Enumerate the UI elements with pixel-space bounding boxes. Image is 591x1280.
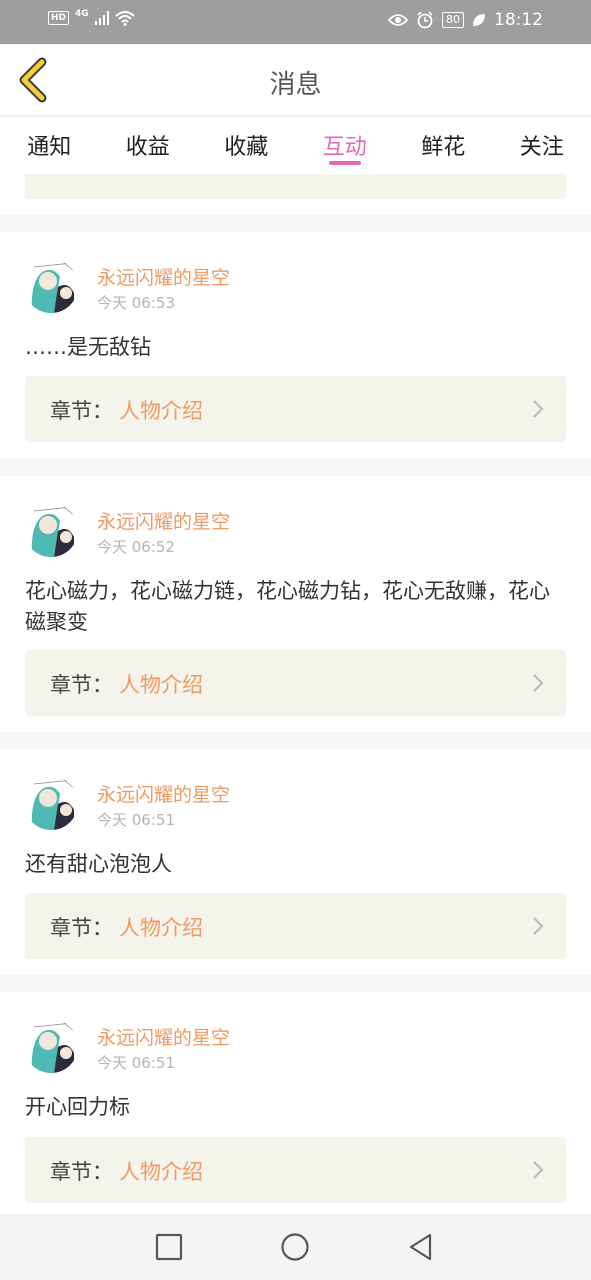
partial-card [0,174,591,215]
chapter-link[interactable]: 章节： 人物介绍 [25,376,566,442]
timestamp: 今天 06:51 [97,811,175,829]
page-title: 消息 [269,70,322,100]
avatar[interactable] [24,503,78,557]
recents-square-icon[interactable] [153,1231,185,1263]
chapter-label: 章节： [50,399,113,423]
header: 消息 [0,44,591,116]
comment-text: 还有甜心泡泡人 [25,852,172,876]
chapter-link[interactable]: 章节： 人物介绍 [25,650,566,716]
message-card: 永远闪耀的星空 今天 06:51 开心回力标 章节： 人物介绍 [0,992,591,1214]
avatar-image [24,259,78,313]
comment-text: 花心磁力，花心磁力链，花心磁力钻，花心无敌赚，花心磁聚变 [25,579,550,634]
chapter-name: 人物介绍 [119,673,203,697]
avatar[interactable] [24,259,78,313]
comment-text: ……是无敌钻 [25,335,151,359]
chapter-name: 人物介绍 [119,399,203,423]
tab-favorites[interactable]: 收藏 [197,117,296,174]
partial-chapter-box[interactable] [25,174,566,199]
battery-indicator: 80 [442,12,464,28]
wifi-icon [115,11,135,26]
avatar[interactable] [24,1019,78,1073]
signal-icon [94,11,109,25]
back-triangle-icon[interactable] [405,1231,437,1263]
tab-notifications[interactable]: 通知 [0,117,99,174]
message-list: 永远闪耀的星空 今天 06:53 ……是无敌钻 章节： 人物介绍 永远闪耀的星空… [0,174,591,1214]
comment-text: 开心回力标 [25,1095,130,1119]
chapter-label: 章节： [50,916,113,940]
chapter-link[interactable]: 章节： 人物介绍 [25,1137,566,1203]
username[interactable]: 永远闪耀的星空 [97,780,230,807]
chevron-right-icon [533,674,544,692]
chevron-right-icon [533,917,544,935]
active-tab-indicator [328,161,361,165]
tab-bar: 通知 收益 收藏 互动 鲜花 关注 [0,117,591,174]
alarm-icon [417,11,433,29]
message-card: 永远闪耀的星空 今天 06:51 还有甜心泡泡人 章节： 人物介绍 [0,749,591,975]
username[interactable]: 永远闪耀的星空 [97,507,230,534]
avatar-image [24,503,78,557]
timestamp: 今天 06:52 [97,538,175,556]
tab-following[interactable]: 关注 [493,117,591,174]
username[interactable]: 永远闪耀的星空 [97,263,230,290]
message-card: 永远闪耀的星空 今天 06:52 花心磁力，花心磁力链，花心磁力钻，花心无敌赚，… [0,476,591,732]
message-card: 永远闪耀的星空 今天 06:53 ……是无敌钻 章节： 人物介绍 [0,232,591,458]
tab-earnings[interactable]: 收益 [99,117,198,174]
username[interactable]: 永远闪耀的星空 [97,1023,230,1050]
chevron-right-icon [533,1161,544,1179]
tab-interactions[interactable]: 互动 [296,117,395,174]
chapter-name: 人物介绍 [119,916,203,940]
leaf-icon [473,14,485,26]
chapter-name: 人物介绍 [119,1160,203,1184]
avatar[interactable] [24,776,78,830]
home-circle-icon[interactable] [279,1231,311,1263]
clock: 18:12 [494,10,543,30]
chevron-right-icon [533,400,544,418]
network-label: 4G [75,9,89,19]
system-nav-bar [0,1214,591,1280]
timestamp: 今天 06:53 [97,294,175,312]
eye-icon [388,14,408,26]
avatar-image [24,1019,78,1073]
chapter-link[interactable]: 章节： 人物介绍 [25,893,566,959]
status-bar: HD 4G 80 18:12 [0,0,591,44]
chapter-label: 章节： [50,1160,113,1184]
hd-badge: HD [48,11,70,25]
chapter-label: 章节： [50,673,113,697]
avatar-image [24,776,78,830]
timestamp: 今天 06:51 [97,1054,175,1072]
tab-flowers[interactable]: 鲜花 [394,117,493,174]
